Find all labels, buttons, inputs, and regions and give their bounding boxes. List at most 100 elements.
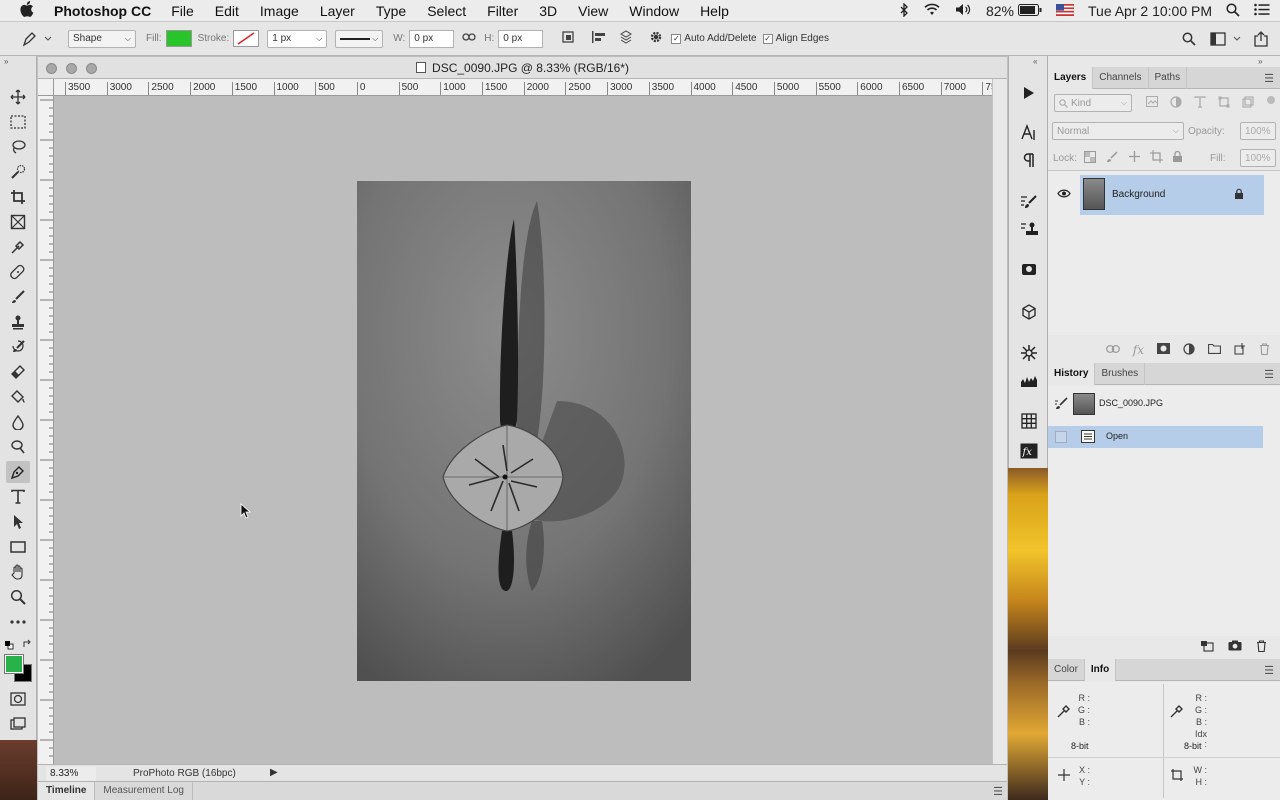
- path-alignment-icon[interactable]: [591, 30, 607, 47]
- layers-panel-menu-icon[interactable]: ☰: [1264, 72, 1274, 85]
- link-icon[interactable]: [462, 32, 476, 45]
- height-input[interactable]: 0 px: [498, 29, 544, 48]
- filter-shape-layers-icon[interactable]: [1218, 96, 1230, 111]
- layer-style-fx-icon[interactable]: fx: [1133, 343, 1144, 357]
- delete-state-icon[interactable]: [1256, 639, 1267, 655]
- ruler-origin[interactable]: [38, 79, 54, 96]
- tab-brushes[interactable]: Brushes: [1095, 362, 1146, 385]
- zoom-level-field[interactable]: 8.33%: [46, 766, 96, 781]
- menu-file[interactable]: File: [171, 3, 194, 19]
- brush-tool-icon[interactable]: [6, 286, 30, 308]
- status-expand-icon[interactable]: ▶: [270, 767, 278, 778]
- screen-mode-icon[interactable]: [6, 713, 30, 735]
- new-adjustment-layer-icon[interactable]: [1183, 342, 1195, 358]
- swap-colors-icon[interactable]: [22, 639, 32, 652]
- new-group-icon[interactable]: [1208, 343, 1221, 357]
- bluetooth-icon[interactable]: [900, 1, 909, 20]
- minimize-window-button[interactable]: [66, 63, 77, 74]
- battery-icon[interactable]: [1018, 3, 1042, 19]
- dodge-tool-icon[interactable]: [6, 436, 30, 458]
- filter-adjustment-layers-icon[interactable]: [1170, 96, 1182, 111]
- new-document-from-state-icon[interactable]: [1200, 640, 1214, 655]
- tool-presets-panel-icon[interactable]: [1017, 258, 1041, 280]
- clone-stamp-tool-icon[interactable]: [6, 311, 30, 333]
- history-snapshot[interactable]: DSC_0090.JPG: [1048, 393, 1263, 415]
- stroke-type-select[interactable]: ⌵: [335, 29, 384, 48]
- volume-icon[interactable]: [955, 3, 972, 19]
- menu-image[interactable]: Image: [260, 3, 299, 19]
- tab-measurement-log[interactable]: Measurement Log: [95, 782, 193, 800]
- paint-bucket-tool-icon[interactable]: [6, 386, 30, 408]
- lasso-tool-icon[interactable]: [6, 136, 30, 158]
- collapse-dock-icon[interactable]: «: [1033, 57, 1037, 66]
- collapse-panels-icon[interactable]: »: [1258, 57, 1262, 66]
- filter-pixel-layers-icon[interactable]: [1146, 96, 1158, 110]
- menu-help[interactable]: Help: [700, 3, 729, 19]
- tab-info[interactable]: Info: [1084, 658, 1117, 681]
- clock[interactable]: Tue Apr 2 10:00 PM: [1088, 3, 1212, 19]
- frame-tool-icon[interactable]: [6, 211, 30, 233]
- crop-tool-icon[interactable]: [6, 186, 30, 208]
- tool-mode-select[interactable]: Shape ⌵: [68, 29, 136, 48]
- pen-tool-preset-icon[interactable]: [18, 31, 54, 47]
- fill-swatch[interactable]: [165, 30, 192, 47]
- camera-icon[interactable]: [1228, 640, 1242, 654]
- filter-type-layers-icon[interactable]: [1194, 96, 1206, 111]
- flag-icon[interactable]: [1055, 3, 1075, 19]
- vertical-scrollbar[interactable]: [992, 79, 1007, 764]
- panel-menu-icon[interactable]: ☰: [993, 785, 1003, 798]
- auto-add-delete-checkbox[interactable]: ✓: [671, 33, 682, 44]
- eyedropper-right-icon[interactable]: [1170, 704, 1184, 721]
- 3d-panel-icon[interactable]: [1017, 301, 1041, 323]
- menu-edit[interactable]: Edit: [215, 3, 239, 19]
- quick-selection-tool-icon[interactable]: [6, 161, 30, 183]
- blur-tool-icon[interactable]: [6, 411, 30, 433]
- spotlight-search-icon[interactable]: [1226, 2, 1240, 20]
- lock-image-pixels-icon[interactable]: [1106, 151, 1118, 166]
- swatches-panel-icon[interactable]: [1017, 410, 1041, 432]
- properties-panel-icon[interactable]: [1017, 342, 1041, 364]
- search-icon[interactable]: [1182, 32, 1196, 49]
- add-mask-icon[interactable]: [1157, 343, 1170, 357]
- pen-tool-icon[interactable]: [6, 461, 30, 483]
- healing-brush-tool-icon[interactable]: [6, 261, 30, 283]
- character-panel-icon[interactable]: [1017, 122, 1041, 144]
- actions-panel-icon[interactable]: [1017, 82, 1041, 104]
- clone-source-panel-icon[interactable]: [1017, 218, 1041, 240]
- move-tool-icon[interactable]: [6, 86, 30, 108]
- type-tool-icon[interactable]: [6, 486, 30, 508]
- lock-artboard-icon[interactable]: [1150, 150, 1163, 166]
- opacity-input[interactable]: 100%: [1240, 122, 1276, 140]
- menu-filter[interactable]: Filter: [487, 3, 518, 19]
- menu-select[interactable]: Select: [427, 3, 466, 19]
- horizontal-ruler[interactable]: 3500 3000 2500 2000 1500 1000 500 0 500 1000 1500 2…: [54, 79, 992, 96]
- history-brush-tool-icon[interactable]: [6, 336, 30, 358]
- vertical-ruler[interactable]: [38, 96, 54, 764]
- lock-all-icon[interactable]: [1172, 150, 1183, 166]
- link-layers-icon[interactable]: [1105, 344, 1120, 356]
- paragraph-panel-icon[interactable]: [1017, 149, 1041, 171]
- document-title-bar[interactable]: DSC_0090.JPG @ 8.33% (RGB/16*): [38, 57, 1007, 79]
- path-operations-icon[interactable]: [561, 30, 575, 47]
- menu-layer[interactable]: Layer: [320, 3, 355, 19]
- eraser-tool-icon[interactable]: [6, 361, 30, 383]
- history-state-checkbox[interactable]: [1055, 431, 1067, 443]
- tab-color[interactable]: Color: [1048, 658, 1085, 681]
- brush-settings-panel-icon[interactable]: [1017, 191, 1041, 213]
- history-panel-menu-icon[interactable]: ☰: [1264, 368, 1274, 381]
- delete-layer-icon[interactable]: [1259, 342, 1270, 358]
- align-edges-checkbox[interactable]: ✓: [762, 33, 773, 44]
- notification-center-icon[interactable]: [1254, 3, 1270, 19]
- histogram-panel-icon[interactable]: [1017, 370, 1041, 392]
- app-menu[interactable]: Photoshop CC: [54, 3, 151, 19]
- width-input[interactable]: 0 px: [409, 29, 455, 48]
- menu-3d[interactable]: 3D: [539, 3, 557, 19]
- layer-visibility-eye-icon[interactable]: [1057, 189, 1071, 201]
- tab-timeline[interactable]: Timeline: [38, 782, 96, 800]
- filter-smart-objects-icon[interactable]: [1242, 96, 1254, 111]
- share-icon[interactable]: [1254, 31, 1268, 50]
- lock-transparent-pixels-icon[interactable]: [1084, 151, 1096, 166]
- eyedropper-tool-icon[interactable]: [6, 236, 30, 258]
- filter-toggle-icon[interactable]: [1267, 96, 1275, 104]
- menu-window[interactable]: Window: [629, 3, 679, 19]
